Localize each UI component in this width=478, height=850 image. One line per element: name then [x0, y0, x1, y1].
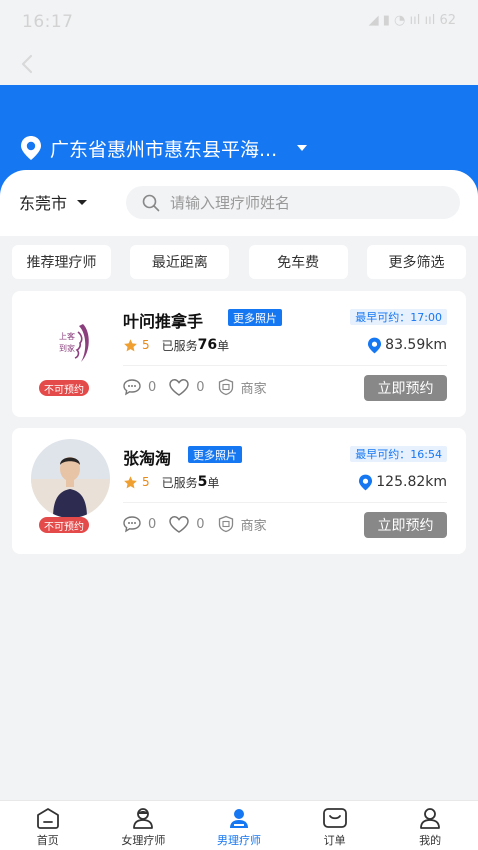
- female-therapist-icon: [133, 808, 154, 829]
- tab-profile[interactable]: 我的: [382, 801, 478, 850]
- location-text: 广东省惠州市惠东县平海...: [50, 138, 278, 161]
- location-pin-icon: [21, 136, 41, 160]
- served-count: 76: [197, 337, 218, 353]
- served-count: 5: [197, 474, 208, 490]
- star-icon: [124, 475, 137, 488]
- search-box[interactable]: [126, 186, 460, 219]
- distance: 83.59km: [367, 336, 447, 354]
- merchant-label: 商家: [240, 518, 267, 534]
- served-prefix: 已服务: [161, 338, 198, 353]
- status-bar: 16:17 ◢ ▮ ◔ ııl ııl 62: [0, 0, 478, 44]
- divider: [123, 502, 447, 503]
- like-count: 0: [196, 516, 205, 532]
- status-time: 16:17: [22, 12, 74, 32]
- avatar[interactable]: [31, 439, 110, 518]
- heart-icon: [169, 515, 190, 533]
- book-now-button[interactable]: 立即预约: [364, 375, 447, 401]
- tab-label: 我的: [419, 834, 442, 847]
- filter-more[interactable]: 更多筛选: [366, 245, 466, 279]
- therapist-name: 张淘淘: [123, 449, 172, 468]
- distance: 125.82km: [358, 473, 447, 491]
- rating-value: 5: [142, 338, 150, 352]
- comment-count: 0: [148, 379, 157, 395]
- tab-home[interactable]: 首页: [0, 801, 96, 850]
- comment-icon: [123, 379, 141, 396]
- star-icon: [124, 338, 137, 351]
- more-photos-button[interactable]: 更多照片: [228, 309, 282, 326]
- tab-label: 男理疗师: [216, 834, 261, 847]
- caret-down-icon: [297, 145, 308, 151]
- caret-down-icon: [77, 199, 88, 205]
- location-pin-icon: [359, 474, 373, 490]
- filter-nearest[interactable]: 最近距离: [130, 245, 230, 279]
- svg-text:上客: 上客: [59, 331, 75, 341]
- comment-stat[interactable]: 0: [122, 378, 156, 396]
- served-unit: 单: [217, 338, 230, 353]
- filter-recommended[interactable]: 推荐理疗师: [12, 245, 111, 279]
- tab-label: 首页: [36, 834, 59, 847]
- bottom-tab-bar: 首页 女理疗师 男理疗师 订单 我的: [0, 800, 478, 850]
- status-badge: 不可预约: [39, 517, 89, 533]
- rating-value: 5: [142, 475, 150, 489]
- therapist-card[interactable]: 上客 到家 不可预约 叶问推拿手 更多照片 最早可约：17:00 5 已服务 7…: [12, 291, 466, 417]
- therapist-photo: [31, 439, 110, 518]
- heart-icon: [169, 378, 190, 396]
- search-input[interactable]: [170, 193, 440, 212]
- merchant-label: 商家: [240, 381, 267, 397]
- book-now-button[interactable]: 立即预约: [364, 512, 447, 538]
- tab-orders[interactable]: 订单: [287, 801, 383, 850]
- profile-icon: [420, 808, 441, 829]
- tab-female-therapist[interactable]: 女理疗师: [96, 801, 192, 850]
- brand-logo-avatar: 上客 到家: [31, 302, 110, 381]
- more-photos-button[interactable]: 更多照片: [188, 446, 242, 463]
- status-icons: ◢ ▮ ◔ ııl ııl 62: [368, 13, 456, 28]
- filter-free-fare[interactable]: 免车费: [248, 245, 348, 279]
- merchant-stat: 商家: [217, 515, 267, 534]
- divider: [123, 365, 447, 366]
- rating-row: 5 已服务 5 单: [123, 473, 219, 491]
- like-stat[interactable]: 0: [168, 515, 205, 534]
- home-icon: [36, 808, 59, 829]
- avatar[interactable]: 上客 到家: [31, 302, 110, 381]
- location-pin-icon: [368, 337, 382, 353]
- like-count: 0: [196, 379, 205, 395]
- rating-row: 5 已服务 76 单: [123, 336, 229, 354]
- earliest-available: 最早可约：17:00: [350, 309, 447, 325]
- distance-value: 83.59km: [385, 337, 447, 353]
- served-unit: 单: [207, 475, 220, 490]
- city-label: 东莞市: [19, 194, 68, 213]
- distance-value: 125.82km: [376, 474, 447, 490]
- merchant-badge-icon: [218, 515, 233, 533]
- male-therapist-icon: [229, 809, 248, 828]
- comment-icon: [123, 516, 141, 533]
- search-icon: [142, 194, 160, 211]
- filter-row: 推荐理疗师 最近距离 免车费 更多筛选: [12, 245, 466, 279]
- merchant-stat: 商家: [217, 378, 267, 397]
- chevron-left-icon: [21, 54, 33, 74]
- earliest-available: 最早可约：16:54: [350, 446, 447, 462]
- served-prefix: 已服务: [161, 475, 198, 490]
- stats-row: 0 0 商家: [122, 377, 279, 397]
- location-selector[interactable]: 广东省惠州市惠东县平海...: [20, 134, 308, 162]
- like-stat[interactable]: 0: [168, 378, 205, 397]
- order-icon: [322, 808, 347, 828]
- tab-male-therapist[interactable]: 男理疗师: [191, 801, 287, 850]
- stats-row: 0 0 商家: [122, 514, 279, 534]
- back-button[interactable]: [14, 50, 42, 78]
- svg-text:到家: 到家: [59, 343, 75, 353]
- comment-count: 0: [148, 516, 157, 532]
- status-badge: 不可预约: [39, 380, 89, 396]
- tab-label: 订单: [323, 834, 346, 847]
- therapist-name: 叶问推拿手: [123, 312, 204, 331]
- city-selector[interactable]: 东莞市: [19, 192, 88, 213]
- therapist-card[interactable]: 不可预约 张淘淘 更多照片 最早可约：16:54 5 已服务 5 单 125.8…: [12, 428, 466, 554]
- tab-label: 女理疗师: [121, 834, 166, 847]
- comment-stat[interactable]: 0: [122, 515, 156, 533]
- merchant-badge-icon: [218, 378, 233, 396]
